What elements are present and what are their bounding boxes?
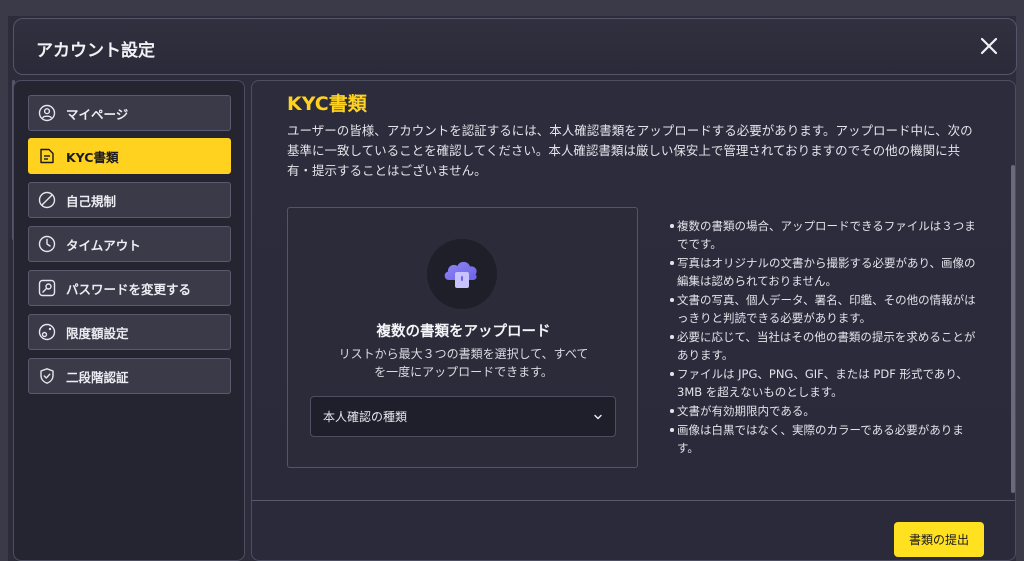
- clock-icon: [37, 234, 57, 254]
- footer-divider: [252, 500, 1015, 501]
- shield-icon: [37, 366, 57, 386]
- sidebar-item-kyc[interactable]: KYC書類: [28, 138, 231, 174]
- upload-subtitle: リストから最大３つの書類を選択して、すべてを一度にアップロードできます。: [338, 347, 589, 379]
- sidebar-item-two-factor[interactable]: 二段階認証: [28, 358, 231, 394]
- backdrop: [0, 0, 1024, 16]
- sidebar-item-label: 二段階認証: [66, 369, 129, 385]
- key-icon: [37, 278, 57, 298]
- sidebar-item-label: 限度額設定: [66, 325, 129, 341]
- sidebar-item-change-password[interactable]: パスワードを変更する: [28, 270, 231, 306]
- page-title: KYC書類: [287, 93, 367, 115]
- list-item: 必要に応じて、当社はその他の書類の提示を求めることがあります。: [670, 328, 982, 364]
- sidebar-item-label: マイページ: [66, 106, 129, 122]
- backdrop-right: [1016, 0, 1024, 561]
- list-item: 画像は白黒ではなく、実際のカラーである必要があります。: [670, 421, 982, 457]
- modal-header: アカウント設定: [13, 18, 1017, 75]
- sidebar-item-label: 自己規制: [66, 193, 117, 209]
- content-scrollbar[interactable]: [1011, 165, 1015, 493]
- sidebar-item-timeout[interactable]: タイムアウト: [28, 226, 231, 262]
- list-item: 文書の写真、個人データ、署名、印鑑、その他の情報がはっきりと判読できる必要があり…: [670, 291, 982, 327]
- list-item: 複数の書類の場合、アップロードできるファイルは３つまでです。: [670, 217, 982, 253]
- sidebar-item-label: KYC書類: [66, 149, 119, 165]
- sidebar-item-limits[interactable]: 限度額設定: [28, 314, 231, 350]
- close-button[interactable]: [978, 35, 1000, 57]
- requirements-list: 複数の書類の場合、アップロードできるファイルは３つまでです。 写真はオリジナルの…: [670, 217, 982, 458]
- backdrop-left: [0, 0, 8, 561]
- id-type-select[interactable]: 本人確認の種類: [310, 396, 616, 437]
- modal-title: アカウント設定: [36, 41, 155, 61]
- cloud-upload-icon: [444, 261, 477, 288]
- list-item: 文書が有効期限内である。: [670, 402, 982, 420]
- submit-documents-button[interactable]: 書類の提出: [894, 522, 984, 557]
- sidebar-item-mypage[interactable]: マイページ: [28, 95, 231, 131]
- upload-title: 複数の書類をアップロード: [376, 324, 551, 340]
- sidebar-item-label: タイムアウト: [66, 237, 141, 253]
- upload-dropzone[interactable]: 複数の書類をアップロード リストから最大３つの書類を選択して、すべてを一度にアッ…: [287, 207, 638, 468]
- document-icon: [37, 146, 57, 166]
- list-item: 写真はオリジナルの文書から撮影する必要があり、画像の編集は認められておりません。: [670, 254, 982, 290]
- sidebar: マイページ KYC書類 自己規制 タイムアウト パスワードを変更する 限度額設定…: [13, 80, 245, 561]
- sidebar-item-self-exclusion[interactable]: 自己規制: [28, 182, 231, 218]
- account-settings-modal: アカウント設定 マイページ KYC書類 自己規制 タイムアウト パスワードを変更…: [10, 16, 1017, 561]
- sidebar-item-label: パスワードを変更する: [66, 281, 192, 297]
- chevron-down-icon: [594, 414, 602, 420]
- limit-icon: [37, 322, 57, 342]
- id-type-select-value: 本人確認の種類: [323, 410, 408, 424]
- list-item: ファイルは JPG、PNG、GIF、または PDF 形式であり、3MB を超えな…: [670, 365, 982, 401]
- kyc-panel: KYC書類 ユーザーの皆様、アカウントを認証するには、本人確認書類をアップロード…: [251, 80, 1016, 561]
- page-description: ユーザーの皆様、アカウントを認証するには、本人確認書類をアップロードする必要があ…: [287, 123, 973, 178]
- block-icon: [37, 190, 57, 210]
- close-icon[interactable]: [978, 35, 1000, 57]
- user-icon: [37, 103, 57, 123]
- upload-icon-wrapper: [427, 239, 497, 309]
